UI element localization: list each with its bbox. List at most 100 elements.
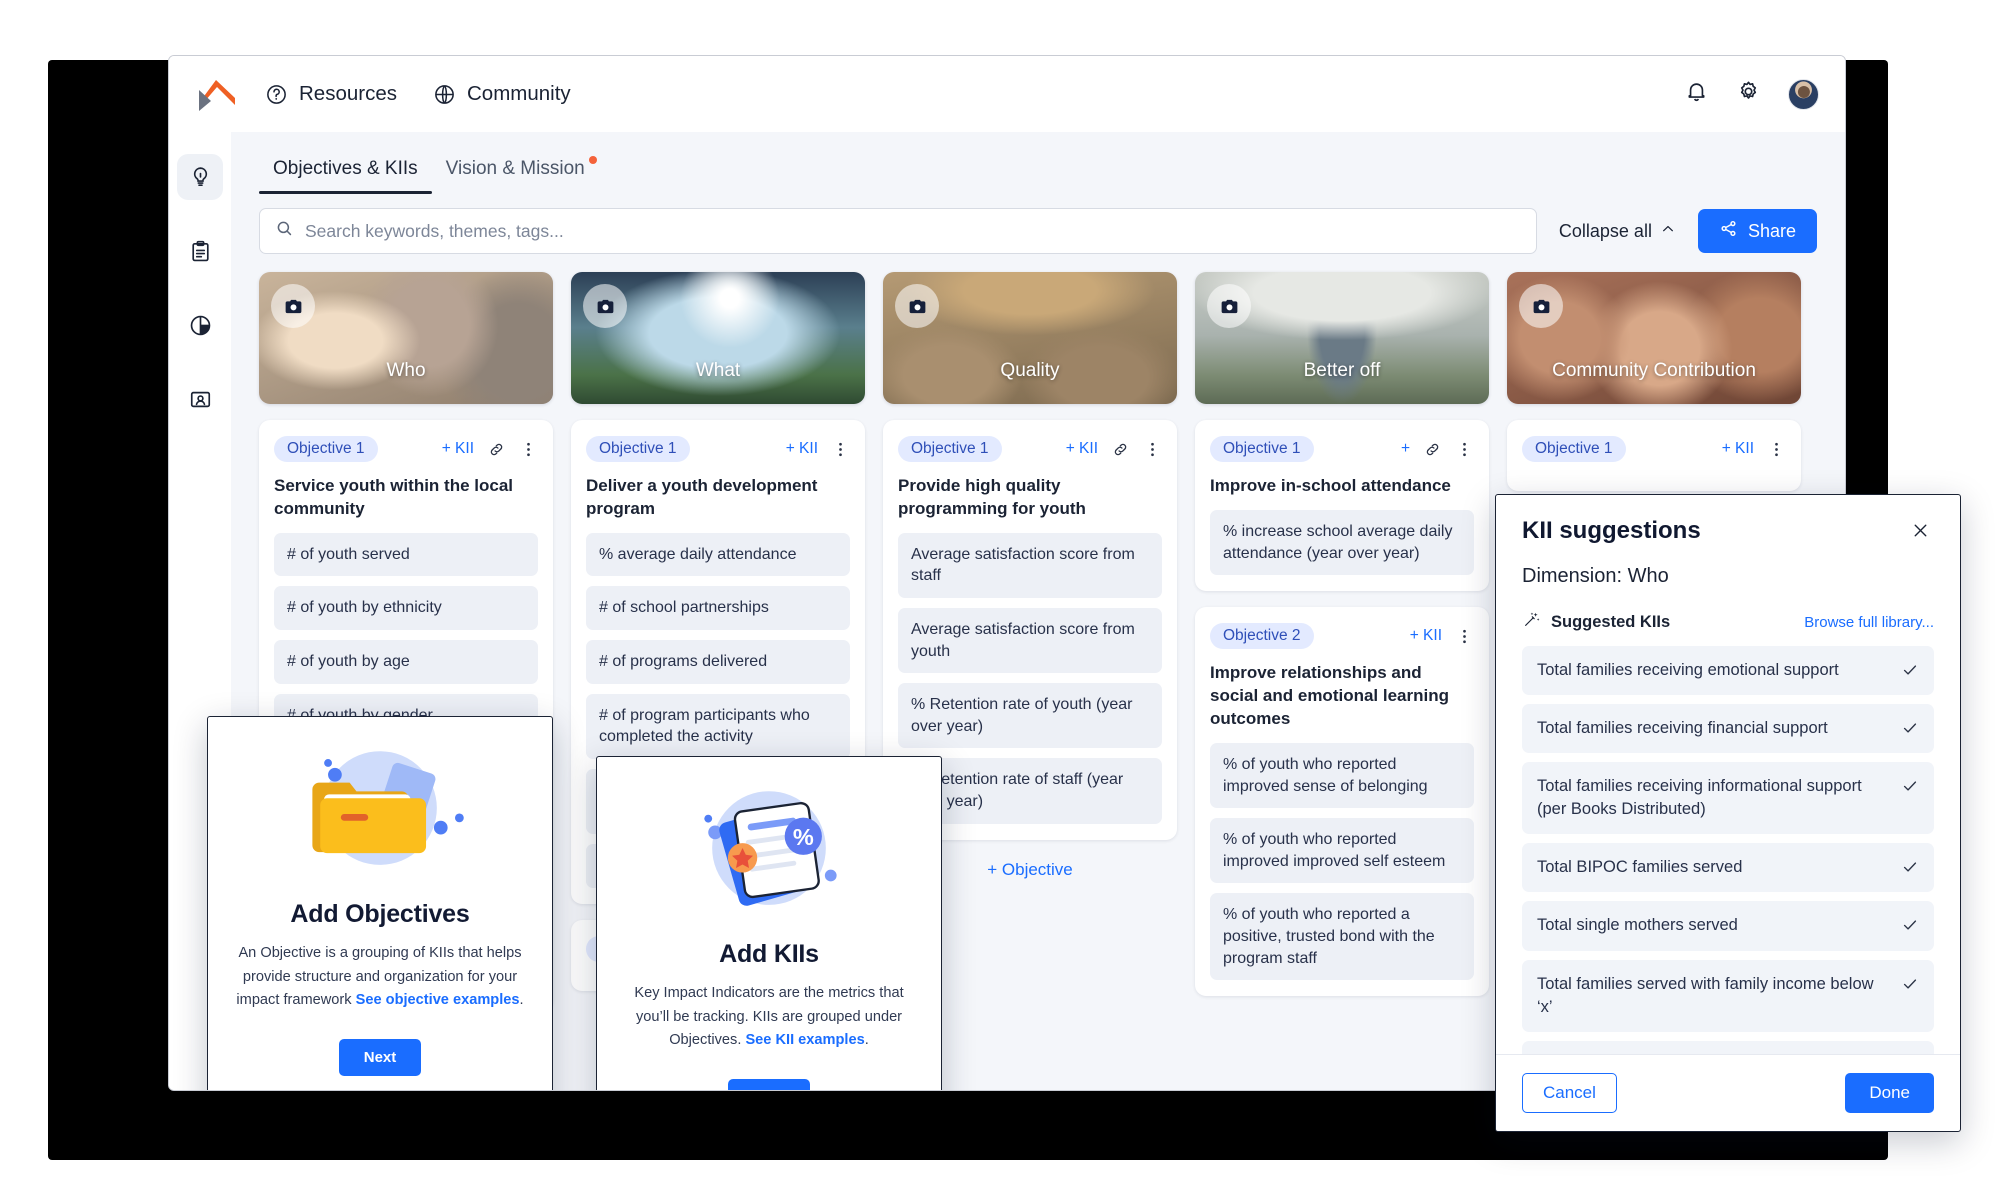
check-icon: [1901, 916, 1919, 934]
see-objective-examples-link[interactable]: See objective examples: [356, 992, 520, 1008]
kii-item[interactable]: # of program participants who completed …: [586, 693, 850, 759]
more-options-icon[interactable]: [519, 440, 538, 459]
dimension-title: What: [695, 360, 741, 381]
kii-suggestion-label: Total families receiving emotional suppo…: [1537, 661, 1839, 679]
check-icon: [1901, 975, 1919, 993]
objective-card-header: Objective 1 +: [1210, 436, 1474, 462]
search-toolbar: Collapse all: [231, 194, 1845, 254]
modal-description: Key Impact Indicators are the metrics th…: [597, 982, 941, 1053]
add-kii-button[interactable]: + KII: [1722, 440, 1754, 458]
next-button[interactable]: Next: [727, 1078, 811, 1090]
close-icon[interactable]: [1907, 517, 1934, 549]
kii-item[interactable]: # of youth by ethnicity: [274, 586, 538, 631]
top-navigation-bar: Resources Community: [169, 56, 1845, 132]
kii-item[interactable]: # of youth served: [274, 532, 538, 577]
kii-suggestion-item[interactable]: Total families receiving emotional suppo…: [1522, 646, 1934, 696]
kii-suggestion-item[interactable]: Total single mothers served: [1522, 901, 1934, 951]
modal-description: An Objective is a grouping of KIIs that …: [208, 942, 552, 1013]
nav-link-community[interactable]: Community: [433, 82, 571, 106]
topbar-actions: [1684, 78, 1819, 110]
clipboard-icon: [188, 239, 213, 264]
kii-suggestion-item[interactable]: Total families of non-english speakers: [1522, 1040, 1934, 1054]
objective-chip: Objective 1: [274, 436, 378, 462]
app-logo[interactable]: [191, 72, 243, 116]
documents-percent-illustration: %: [597, 763, 941, 938]
link-icon[interactable]: [1111, 440, 1130, 459]
more-options-icon[interactable]: [1455, 440, 1474, 459]
kii-suggestion-item[interactable]: Total families served with family income…: [1522, 959, 1934, 1032]
gear-icon[interactable]: [1736, 79, 1761, 109]
kii-item[interactable]: # of school partnerships: [586, 586, 850, 631]
sidebar-item-strategy[interactable]: [177, 154, 223, 200]
share-button-label: Share: [1747, 220, 1796, 241]
collapse-all-button[interactable]: Collapse all: [1553, 221, 1682, 242]
sidebar-item-reports[interactable]: [177, 228, 223, 274]
magic-wand-icon: [1522, 610, 1541, 634]
more-options-icon[interactable]: [831, 440, 850, 459]
more-options-icon[interactable]: [1143, 440, 1162, 459]
done-button[interactable]: Done: [1845, 1073, 1934, 1113]
objective-card-header: Objective 1 + KII: [586, 436, 850, 462]
kii-suggestions-panel: KII suggestions Dimension: Who Suggested…: [1495, 494, 1961, 1132]
change-banner-image-button[interactable]: [895, 284, 939, 328]
globe-icon: [433, 83, 456, 106]
kii-suggestion-item[interactable]: Total families receiving financial suppo…: [1522, 704, 1934, 754]
kii-item[interactable]: % of youth who reported improved improve…: [1210, 818, 1474, 884]
more-options-icon[interactable]: [1767, 440, 1786, 459]
kii-panel-title-row: KII suggestions: [1522, 517, 1934, 549]
kii-suggestion-label: Total BIPOC families served: [1537, 858, 1743, 877]
suggested-kiis-label-group: Suggested KIIs: [1522, 610, 1670, 634]
add-kii-button[interactable]: + KII: [1410, 627, 1442, 645]
add-kii-button[interactable]: + KII: [442, 440, 474, 458]
user-avatar[interactable]: [1788, 78, 1819, 110]
kii-item[interactable]: Average satisfaction score from youth: [898, 608, 1162, 674]
kii-suggestion-item[interactable]: Total BIPOC families served: [1522, 843, 1934, 893]
tab-objectives-kiis[interactable]: Objectives & KIIs: [259, 158, 432, 194]
change-banner-image-button[interactable]: [271, 284, 315, 328]
sidebar-item-analytics[interactable]: [177, 302, 223, 348]
dimension-banner: Community Contribution: [1507, 272, 1801, 404]
sidebar-item-contacts[interactable]: [177, 376, 223, 422]
browse-full-library-link[interactable]: Browse full library...: [1804, 614, 1934, 631]
link-icon[interactable]: [1423, 440, 1442, 459]
link-icon[interactable]: [487, 440, 506, 459]
change-banner-image-button[interactable]: [583, 284, 627, 328]
objective-card-actions: + KII: [1066, 440, 1162, 459]
next-button[interactable]: Next: [338, 1038, 422, 1076]
kii-panel-subheader: Suggested KIIs Browse full library...: [1522, 610, 1934, 634]
add-kii-button[interactable]: +: [1401, 440, 1410, 458]
kii-suggestion-label: Total families receiving informational s…: [1537, 777, 1862, 819]
add-kii-button[interactable]: + KII: [786, 440, 818, 458]
dimension-banner: Who: [259, 272, 553, 404]
tab-vision-mission[interactable]: Vision & Mission: [432, 156, 599, 194]
modal-title: Add KIIs: [719, 940, 819, 968]
kii-item[interactable]: # of youth by age: [274, 640, 538, 684]
kii-suggestion-item[interactable]: Total families receiving informational s…: [1522, 762, 1934, 835]
change-banner-image-button[interactable]: [1207, 284, 1251, 328]
objective-card-actions: + KII: [442, 440, 538, 459]
kii-item[interactable]: Average satisfaction score from staff: [898, 532, 1162, 599]
kii-item[interactable]: % of youth who reported improved sense o…: [1210, 742, 1474, 809]
more-options-icon[interactable]: [1455, 627, 1474, 646]
cancel-button[interactable]: Cancel: [1522, 1073, 1617, 1113]
add-kii-button[interactable]: + KII: [1066, 440, 1098, 458]
bell-icon[interactable]: [1684, 79, 1709, 109]
kii-item[interactable]: # of programs delivered: [586, 640, 850, 684]
see-kii-examples-link[interactable]: See KII examples: [745, 1032, 864, 1048]
share-button[interactable]: Share: [1697, 209, 1817, 253]
objective-chip: Objective 1: [898, 436, 1002, 462]
objective-card-actions: +: [1401, 440, 1474, 459]
tab-label: Vision & Mission: [445, 158, 585, 179]
search-box[interactable]: [259, 208, 1537, 254]
nav-link-resources[interactable]: Resources: [265, 82, 397, 106]
kii-suggestion-list: Total families receiving emotional suppo…: [1496, 634, 1960, 1054]
kii-item[interactable]: % of youth who reported a positive, trus…: [1210, 893, 1474, 981]
kii-item[interactable]: % Retention rate of youth (year over yea…: [898, 683, 1162, 749]
kii-item[interactable]: % increase school average daily attendan…: [1210, 509, 1474, 576]
kii-suggestion-label: Total families receiving financial suppo…: [1537, 719, 1828, 738]
change-banner-image-button[interactable]: [1519, 284, 1563, 328]
primary-nav: Resources Community: [265, 82, 571, 106]
search-input[interactable]: [305, 220, 1521, 242]
kii-panel-header: KII suggestions Dimension: Who Suggested…: [1496, 495, 1960, 634]
kii-item[interactable]: % average daily attendance: [586, 532, 850, 577]
